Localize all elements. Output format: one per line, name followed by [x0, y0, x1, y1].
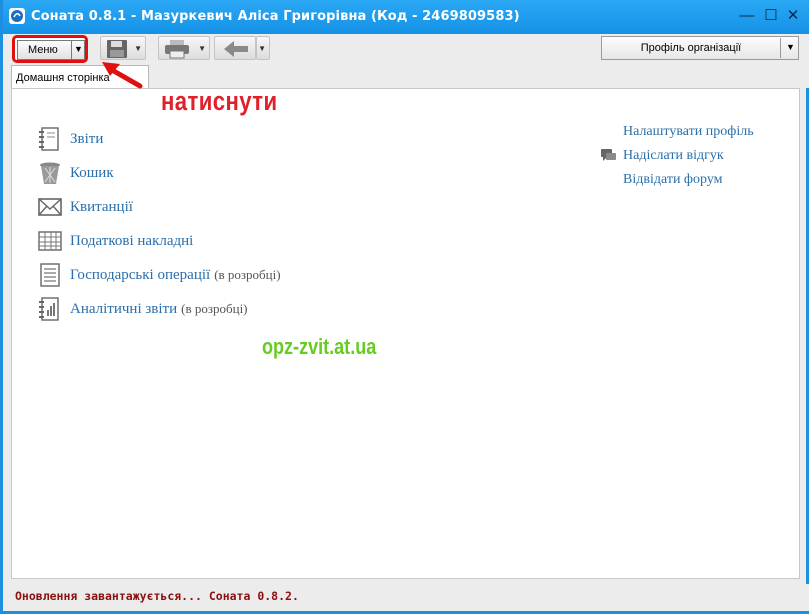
nav-item-note: (в розробці)	[181, 301, 248, 316]
document-icon	[38, 263, 62, 287]
nav-item-tax-invoices[interactable]: Податкові накладні	[38, 228, 197, 254]
back-dropdown-icon: ▼	[258, 44, 266, 53]
chevron-down-icon[interactable]: ▼	[74, 44, 83, 54]
menu-button-highlight[interactable]: Меню ▼	[12, 35, 88, 63]
visit-forum-link[interactable]: Відвідати форум	[623, 172, 723, 188]
save-dropdown-icon[interactable]: ▼	[134, 44, 142, 53]
minimize-icon[interactable]: —	[739, 8, 755, 24]
app-logo-icon	[9, 8, 25, 24]
status-message: Оновлення завантажується... Соната 0.8.2…	[15, 589, 299, 603]
nav-item-note: (в розробці)	[214, 267, 281, 282]
chat-icon	[601, 149, 616, 161]
nav-item-analytic-reports[interactable]: Аналітичні звіти (в розробці)	[38, 296, 248, 322]
nav-item-trash[interactable]: Кошик	[38, 160, 118, 186]
chart-notebook-icon	[38, 297, 62, 321]
nav-item-label[interactable]: Квитанції	[70, 199, 133, 216]
print-dropdown-icon[interactable]: ▼	[198, 44, 206, 53]
profile-separator	[780, 38, 781, 58]
status-bar: Оновлення завантажується... Соната 0.8.2…	[6, 584, 809, 611]
nav-item-label[interactable]: Аналітичні звіти	[70, 301, 177, 318]
menu-button-label: Меню	[28, 44, 58, 56]
watermark: opz-zvit.at.ua	[262, 334, 377, 359]
organization-profile-label: Профіль організації	[640, 42, 742, 54]
annotation-arrow-icon	[102, 62, 143, 89]
send-feedback-link[interactable]: Надіслати відгук	[623, 148, 724, 164]
chevron-down-icon[interactable]: ▼	[786, 42, 795, 52]
envelope-icon	[38, 195, 62, 219]
print-button[interactable]: ▼	[158, 36, 210, 60]
annotation-text: натиснути	[161, 86, 278, 116]
back-dropdown-button[interactable]: ▼	[256, 36, 270, 60]
menu-button-separator	[71, 41, 72, 59]
close-icon[interactable]: ✕	[785, 8, 801, 24]
nav-item-business-operations[interactable]: Господарські операції (в розробці)	[38, 262, 281, 288]
back-button[interactable]	[214, 36, 256, 60]
configure-profile-link[interactable]: Налаштувати профіль	[623, 124, 754, 140]
organization-profile-button[interactable]: Профіль організації ▼	[601, 36, 799, 60]
trash-icon	[38, 161, 62, 185]
title-bar[interactable]: Соната 0.8.1 - Мазуркевич Аліса Григорів…	[3, 0, 809, 34]
nav-item-label[interactable]: Господарські операції	[70, 267, 210, 284]
notebook-icon	[38, 127, 62, 151]
nav-item-label[interactable]: Кошик	[70, 165, 114, 182]
printer-icon	[165, 40, 189, 59]
nav-item-label[interactable]: Звіти	[70, 131, 103, 148]
nav-item-receipts[interactable]: Квитанції	[38, 194, 137, 220]
table-icon	[38, 229, 62, 253]
window-title: Соната 0.8.1 - Мазуркевич Аліса Григорів…	[31, 9, 520, 24]
arrow-left-icon	[224, 41, 248, 57]
nav-item-reports[interactable]: Звіти	[38, 126, 107, 152]
nav-item-label[interactable]: Податкові накладні	[70, 233, 193, 250]
menu-button[interactable]: Меню ▼	[17, 40, 85, 60]
maximize-icon[interactable]: ☐	[763, 8, 779, 24]
